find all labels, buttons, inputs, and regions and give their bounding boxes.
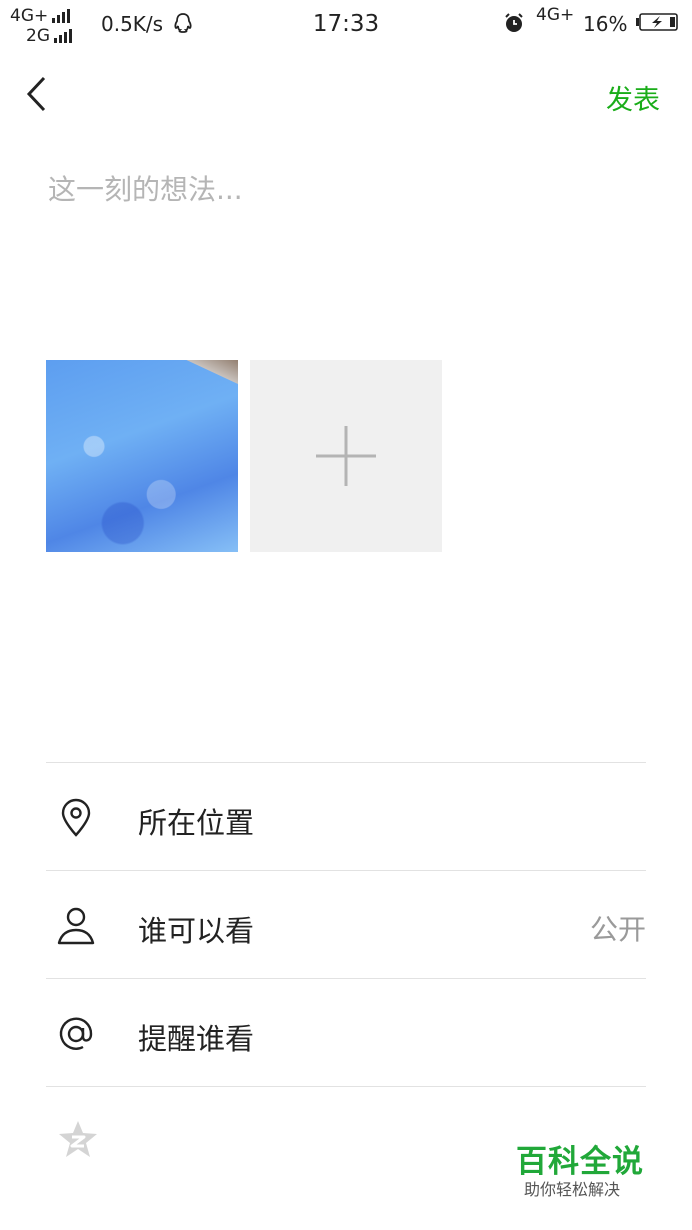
option-label: 所在位置 <box>138 806 255 840</box>
list-divider <box>46 1086 646 1087</box>
charging-battery-icon <box>636 13 678 31</box>
publish-button[interactable]: 发表 <box>606 78 660 117</box>
alarm-icon <box>505 13 523 32</box>
option-label: 提醒谁看 <box>138 1022 255 1056</box>
at-sign-icon <box>59 1017 93 1050</box>
person-icon <box>57 907 95 945</box>
options-list: 所在位置 谁可以看 公开 提醒谁看 <box>46 762 646 1087</box>
qzone-star-icon[interactable] <box>56 1118 100 1162</box>
chevron-left-icon[interactable] <box>22 74 52 114</box>
moments-compose-screen: 4G+ 2G 0.5K/s 17:33 4G+ 16% 发表 这一刻的想法...… <box>0 0 692 1230</box>
plus-icon <box>316 426 376 486</box>
watermark-title: 百科全说 <box>516 1144 644 1180</box>
location-pin-icon <box>61 798 91 837</box>
add-photo-button[interactable] <box>250 360 442 552</box>
visibility-option[interactable]: 谁可以看 公开 <box>46 870 646 978</box>
photo-thumbnail[interactable] <box>46 360 238 552</box>
mention-option[interactable]: 提醒谁看 <box>46 978 646 1086</box>
visibility-value: 公开 <box>589 913 646 946</box>
watermark-subtitle: 助你轻松解决 <box>524 1180 621 1199</box>
network-type-right: 4G+ <box>536 5 575 25</box>
location-option[interactable]: 所在位置 <box>46 762 646 870</box>
option-label: 谁可以看 <box>138 914 255 948</box>
status-bar: 4G+ 2G 0.5K/s 17:33 4G+ 16% <box>0 0 692 50</box>
battery-percent: 16% <box>583 12 628 36</box>
thought-input[interactable] <box>46 166 650 310</box>
